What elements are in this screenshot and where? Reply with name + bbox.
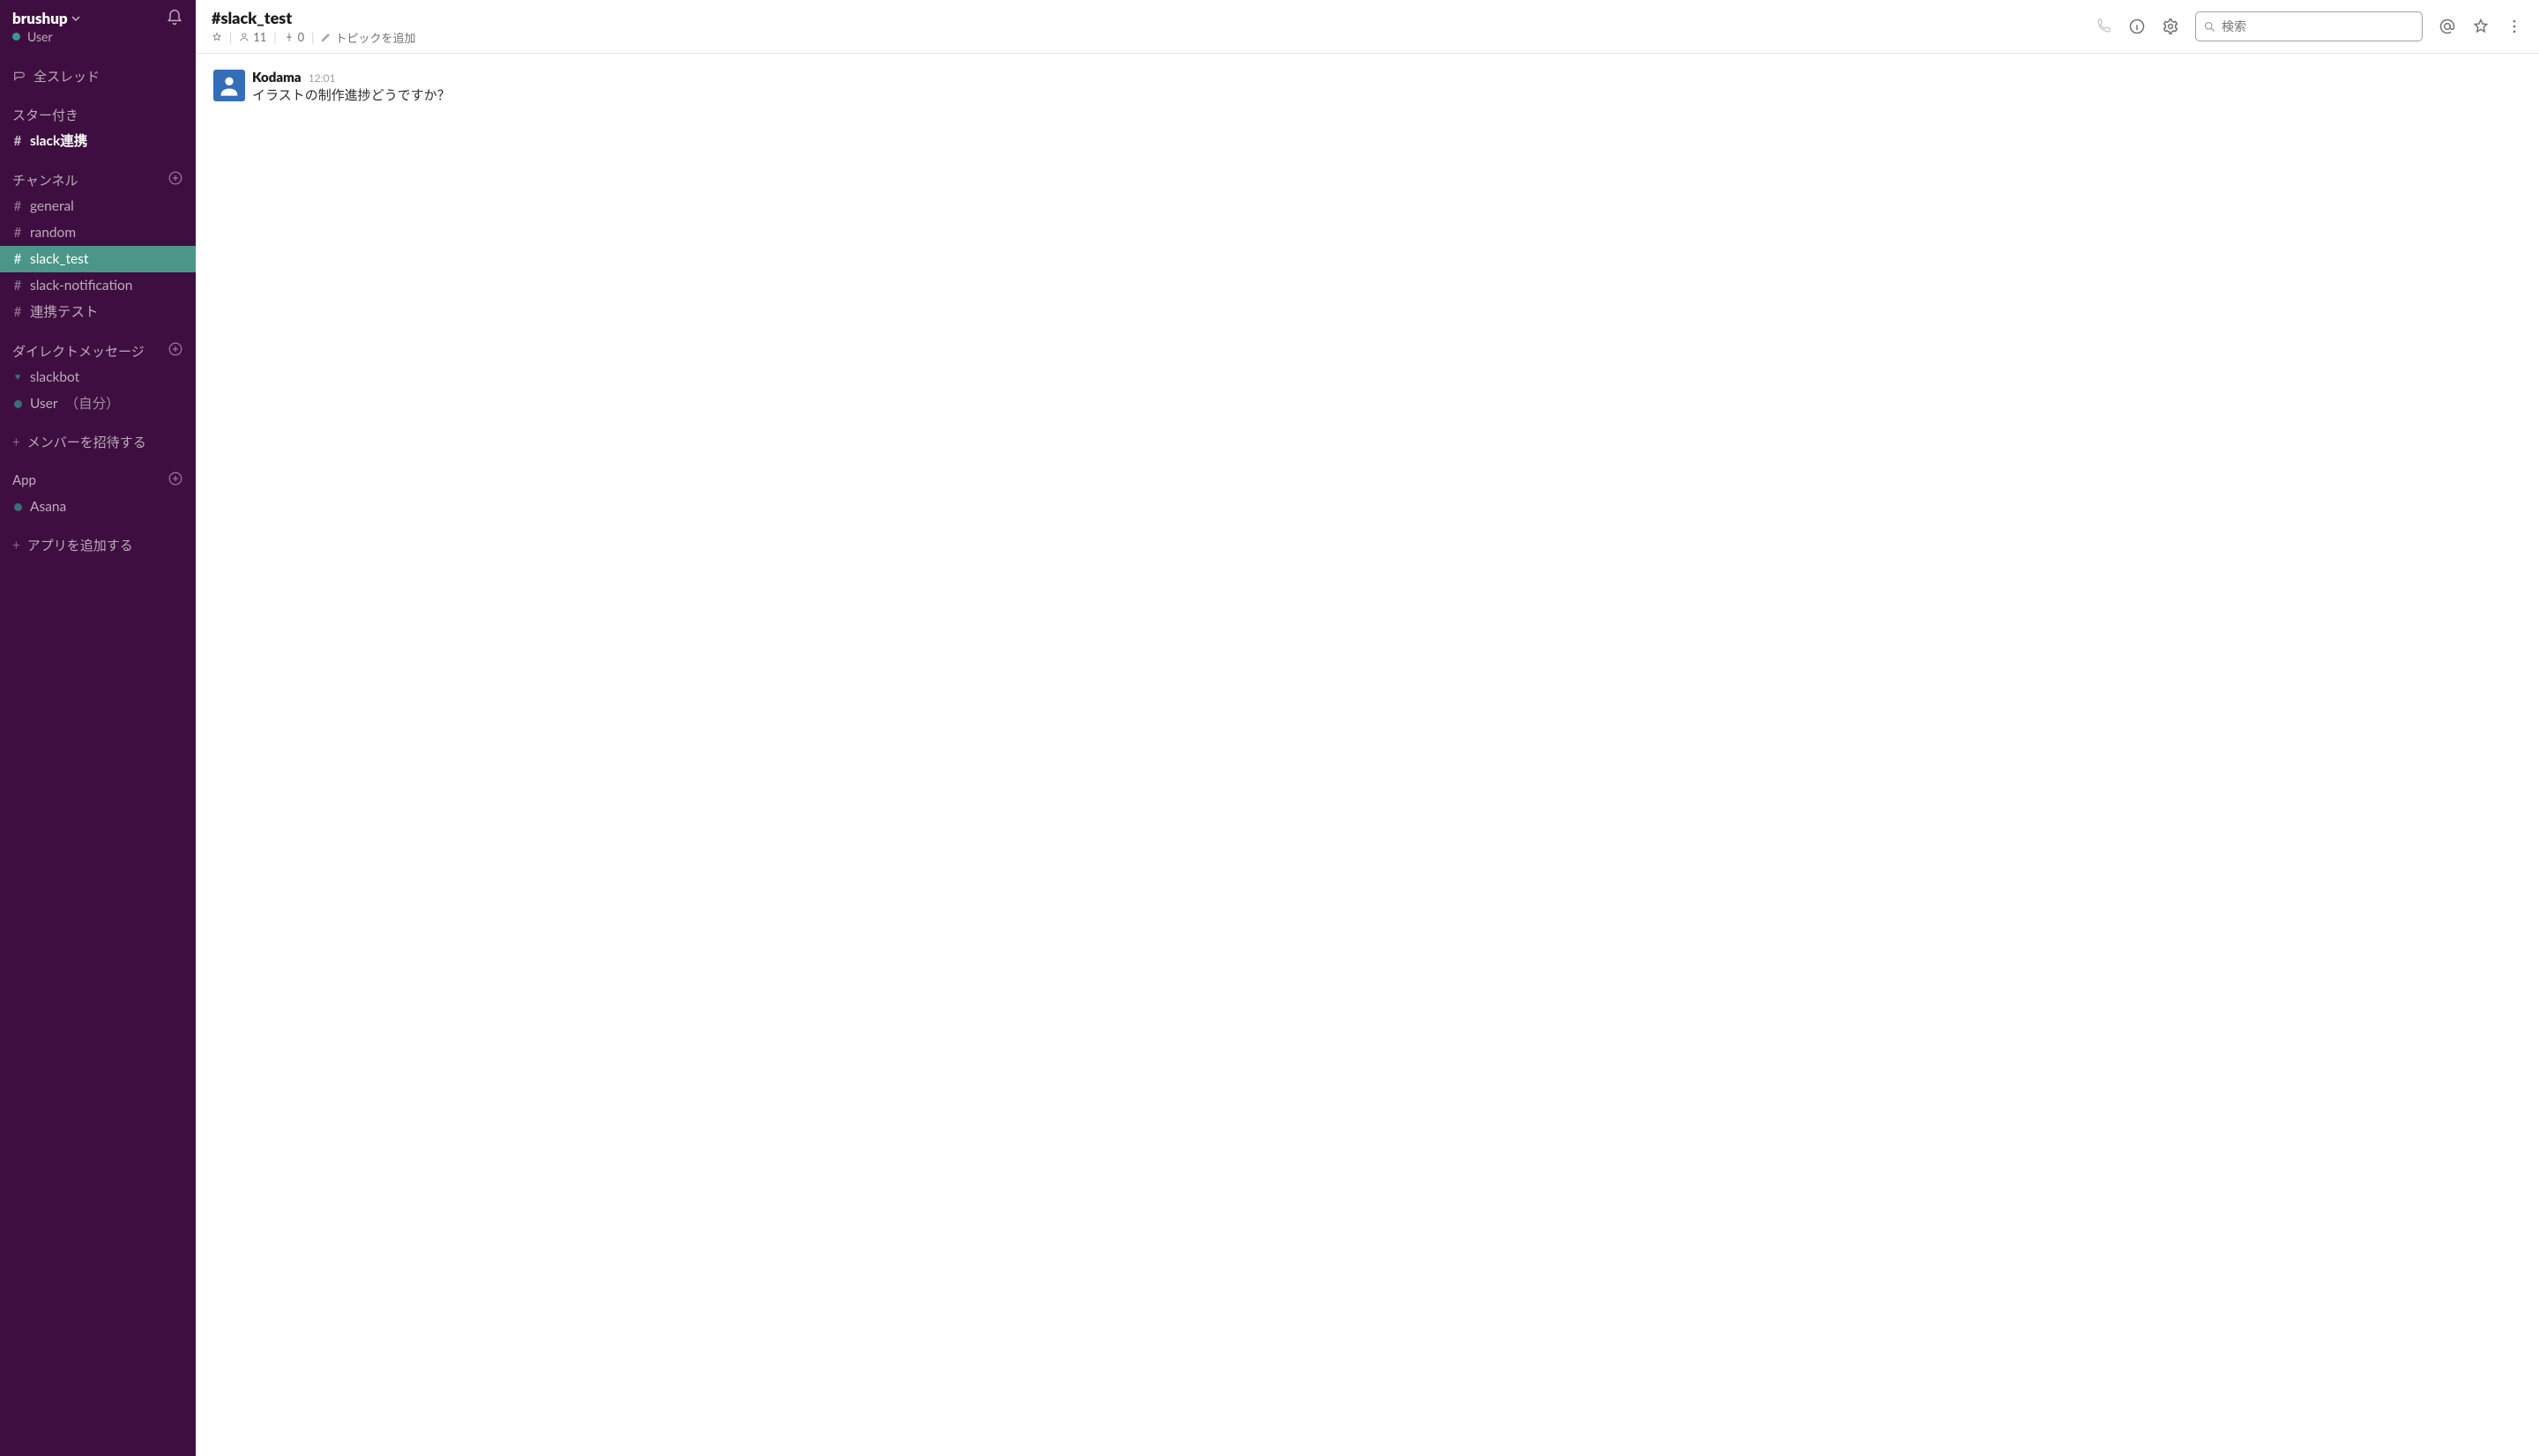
sidebar-item-dm[interactable]: ♥ slackbot: [0, 364, 196, 390]
at-icon: [2438, 18, 2456, 35]
sidebar-header: brushup User: [0, 0, 196, 48]
member-count[interactable]: 11: [239, 30, 266, 44]
add-topic[interactable]: トピックを追加: [321, 29, 415, 46]
message-time[interactable]: 12:01: [309, 71, 336, 85]
hash-icon: #: [12, 274, 23, 297]
message-list[interactable]: Kodama 12:01 イラストの制作進捗どうですか？: [196, 54, 2539, 1456]
sidebar-item-label: slack-notification: [30, 274, 132, 297]
message[interactable]: Kodama 12:01 イラストの制作進捗どうですか？: [213, 70, 2521, 106]
sidebar-item-label: slack_test: [30, 248, 88, 271]
plus-circle-icon: [168, 341, 183, 357]
plus-circle-icon: [168, 471, 183, 487]
call-button[interactable]: [2095, 18, 2112, 35]
chevron-down-icon: [71, 14, 80, 23]
sidebar-item-label: User: [30, 392, 58, 415]
channel-details-button[interactable]: [2128, 18, 2146, 35]
hash-icon: #: [12, 221, 23, 244]
hash-icon: #: [12, 301, 23, 323]
add-app-link[interactable]: + アプリを追加する: [0, 532, 196, 558]
channels-heading[interactable]: チャンネル: [0, 170, 196, 193]
dm-section: ダイレクトメッセージ ♥ slackbot User （自分） + メンバーを招待する: [0, 325, 196, 455]
sidebar: brushup User 全スレッド スター付き # slack連携: [0, 0, 196, 1456]
self-suffix: （自分）: [65, 392, 120, 415]
person-icon: [217, 73, 242, 98]
gear-icon: [2162, 18, 2179, 35]
message-sender[interactable]: Kodama: [252, 70, 302, 85]
channel-settings-button[interactable]: [2162, 18, 2179, 35]
star-icon: [2472, 18, 2490, 35]
channel-meta: | 11 | 0 | トピックを追加: [212, 29, 415, 46]
current-user-name: User: [27, 29, 53, 44]
sidebar-item-dm[interactable]: User （自分）: [0, 390, 196, 417]
sidebar-item-label: Asana: [30, 495, 66, 518]
plus-icon: +: [12, 435, 20, 450]
avatar[interactable]: [213, 70, 245, 101]
pencil-icon: [321, 32, 331, 42]
apps-heading[interactable]: App: [0, 471, 196, 494]
phone-icon: [2095, 18, 2112, 35]
starred-heading[interactable]: スター付き: [0, 106, 196, 128]
search-box[interactable]: [2195, 11, 2423, 41]
all-threads-label: 全スレッド: [34, 65, 100, 88]
all-threads[interactable]: 全スレッド: [0, 63, 196, 90]
sidebar-item-label: random: [30, 221, 76, 244]
message-text: イラストの制作進捗どうですか？: [252, 85, 450, 106]
current-user: User: [12, 29, 80, 44]
sidebar-item-label: slackbot: [30, 366, 79, 389]
workspace-name: brushup: [12, 9, 68, 27]
more-vertical-icon: [2505, 18, 2523, 35]
plus-icon: +: [12, 538, 20, 553]
starred-items-button[interactable]: [2472, 18, 2490, 35]
channel-name[interactable]: #slack_test: [212, 8, 415, 27]
more-menu-button[interactable]: [2505, 18, 2523, 35]
person-icon: [239, 32, 249, 42]
add-app-button[interactable]: [168, 471, 183, 490]
add-channel-button[interactable]: [168, 170, 183, 189]
sidebar-item-channel[interactable]: # slack-notification: [0, 272, 196, 299]
star-channel-button[interactable]: [212, 32, 222, 42]
search-icon: [2203, 20, 2216, 33]
heart-icon: ♥: [12, 366, 23, 389]
sidebar-item-channel[interactable]: # random: [0, 219, 196, 246]
main-content: #slack_test | 11 | 0 |: [196, 0, 2539, 1456]
channels-section: チャンネル # general # random # slack_test # slack-n…: [0, 154, 196, 325]
team-menu[interactable]: brushup User: [12, 9, 80, 44]
notifications-button[interactable]: [166, 9, 183, 30]
pin-icon: [284, 32, 294, 42]
bell-icon: [166, 9, 183, 26]
sidebar-item-app[interactable]: Asana: [0, 494, 196, 520]
presence-online-icon: [14, 503, 22, 511]
star-icon: [212, 32, 222, 42]
sidebar-item-channel[interactable]: # slack_test: [0, 246, 196, 272]
threads-icon: [12, 70, 26, 84]
sidebar-item-channel[interactable]: # general: [0, 193, 196, 219]
sidebar-item-label: 連携テスト: [30, 301, 99, 323]
plus-circle-icon: [168, 170, 183, 186]
hash-icon: #: [12, 195, 23, 218]
sidebar-item-channel[interactable]: # 連携テスト: [0, 299, 196, 325]
starred-section: スター付き # slack連携: [0, 90, 196, 154]
sidebar-item-label: slack連携: [30, 130, 87, 152]
info-icon: [2128, 18, 2146, 35]
hash-icon: #: [12, 248, 23, 271]
presence-online-icon: [12, 33, 20, 41]
sidebar-item-label: general: [30, 195, 74, 218]
hash-icon: #: [12, 130, 23, 152]
mentions-button[interactable]: [2438, 18, 2456, 35]
invite-members[interactable]: + メンバーを招待する: [0, 429, 196, 455]
add-dm-button[interactable]: [168, 341, 183, 360]
search-input[interactable]: [2222, 19, 2415, 33]
presence-online-icon: [14, 400, 22, 408]
apps-section: App Asana + アプリを追加する: [0, 455, 196, 558]
channel-header: #slack_test | 11 | 0 |: [196, 0, 2539, 54]
pin-count[interactable]: 0: [284, 30, 305, 44]
dm-heading[interactable]: ダイレクトメッセージ: [0, 341, 196, 364]
sidebar-item-starred[interactable]: # slack連携: [0, 128, 196, 154]
